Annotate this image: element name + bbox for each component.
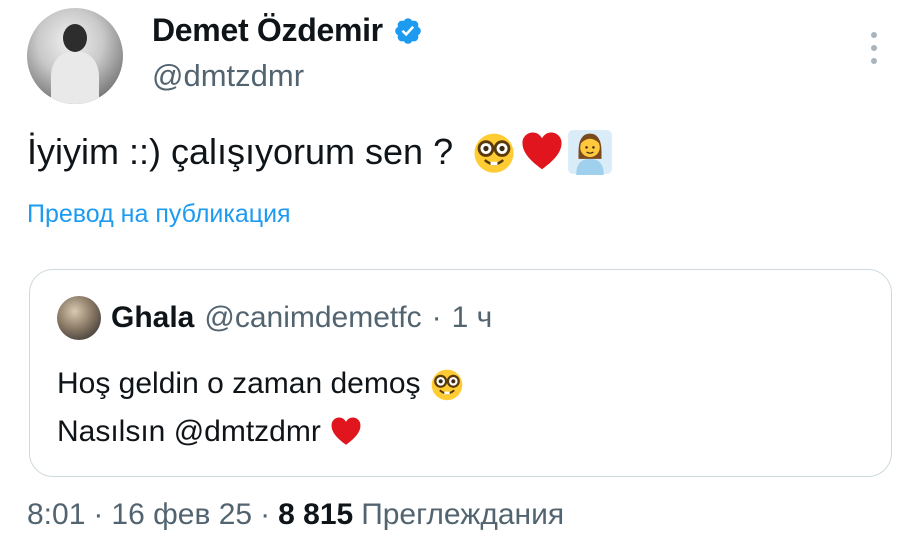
quoted-text-line-1: Hoş geldin o zaman demoş (57, 367, 421, 400)
avatar-figure-head (63, 24, 87, 52)
nerd-face-icon (474, 133, 514, 173)
views-count[interactable]: 8 815 (278, 498, 353, 532)
meta-separator: · (260, 498, 271, 531)
author-name-row: Demet Özdemir (152, 12, 423, 49)
meta-separator: · (93, 498, 104, 531)
translate-post-link[interactable]: Превод на публикация (27, 200, 291, 229)
quoted-time[interactable]: 1 ч (452, 301, 493, 335)
quoted-author-name[interactable]: Ghala (111, 301, 194, 335)
red-heart-icon (522, 132, 562, 170)
quoted-tweet-text: Hoş geldin o zaman demoş Nasılsın @dmtzd… (57, 360, 465, 456)
quoted-tweet-header: Ghala @canimdemetfc · 1 ч (57, 296, 492, 340)
views-label[interactable]: Преглеждания (361, 498, 564, 532)
quoted-text-line: Nasılsın @dmtzdmr (57, 408, 465, 456)
tweet-text-content: İyiyim ::) çalışıyorum sen ? (27, 131, 454, 172)
author-handle[interactable]: @dmtzdmr (152, 58, 304, 94)
tweet-emojis (471, 129, 613, 175)
quoted-text-line: Hoş geldin o zaman demoş (57, 360, 465, 408)
red-heart-icon (331, 417, 361, 445)
author-display-name[interactable]: Demet Özdemir (152, 12, 383, 49)
quoted-tweet[interactable]: Ghala @canimdemetfc · 1 ч Hoş geldin o z… (29, 269, 892, 477)
quoted-author-avatar[interactable] (57, 296, 101, 340)
tweet-date[interactable]: 16 фев 25 (111, 498, 252, 532)
tweet-time[interactable]: 8:01 (27, 498, 85, 532)
verified-badge-icon[interactable] (393, 16, 423, 46)
author-avatar[interactable] (27, 8, 123, 104)
tweet-card: Demet Özdemir @dmtzdmr İyiyim ::) çalışı… (0, 0, 921, 552)
woman-health-worker-icon (568, 130, 612, 175)
quoted-text-line-2: Nasılsın @dmtzdmr (57, 415, 321, 448)
avatar-figure-body (51, 52, 99, 104)
more-dot (871, 45, 877, 51)
nerd-face-icon (431, 369, 462, 401)
more-dot (871, 32, 877, 38)
tweet-text: İyiyim ::) çalışıyorum sen ? (27, 128, 613, 176)
quoted-separator: · (431, 301, 442, 334)
more-options-icon[interactable] (866, 28, 882, 68)
more-dot (871, 58, 877, 64)
quoted-author-handle[interactable]: @canimdemetfc (204, 301, 421, 335)
tweet-metadata: 8:01 · 16 фев 25 · 8 815 Преглеждания (27, 498, 564, 532)
